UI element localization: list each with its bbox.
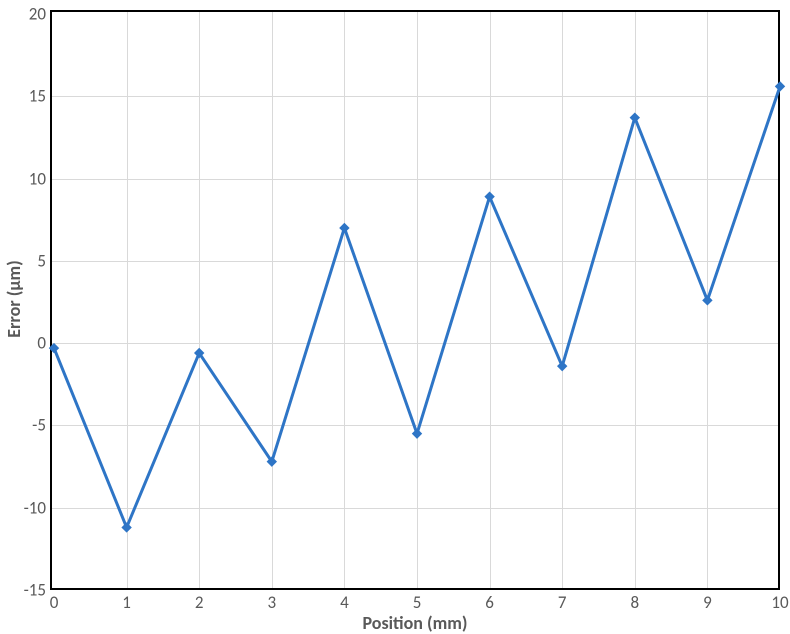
- y-tick-label: 10: [29, 168, 52, 189]
- data-point-marker: [485, 192, 494, 201]
- y-tick-label: -5: [32, 415, 52, 436]
- data-point-marker: [776, 82, 785, 91]
- y-tick-label: 15: [29, 86, 52, 107]
- plot-area: -15-10-505101520012345678910: [50, 10, 780, 590]
- y-tick-label: 5: [37, 250, 52, 271]
- data-point-marker: [558, 362, 567, 371]
- y-tick-label: 20: [29, 4, 52, 25]
- chart-container: -15-10-505101520012345678910 Position (m…: [0, 0, 790, 634]
- y-axis-label: Error (µm): [3, 239, 25, 359]
- y-tick-label: -15: [24, 580, 52, 601]
- series-line: [54, 86, 780, 527]
- data-point-marker: [630, 113, 639, 122]
- x-axis-label: Position (mm): [335, 612, 495, 634]
- data-point-marker: [703, 296, 712, 305]
- series-svg: [52, 12, 782, 592]
- data-point-marker: [122, 523, 131, 532]
- data-point-marker: [340, 223, 349, 232]
- data-point-marker: [413, 429, 422, 438]
- y-tick-label: 0: [37, 333, 52, 354]
- y-tick-label: -10: [24, 497, 52, 518]
